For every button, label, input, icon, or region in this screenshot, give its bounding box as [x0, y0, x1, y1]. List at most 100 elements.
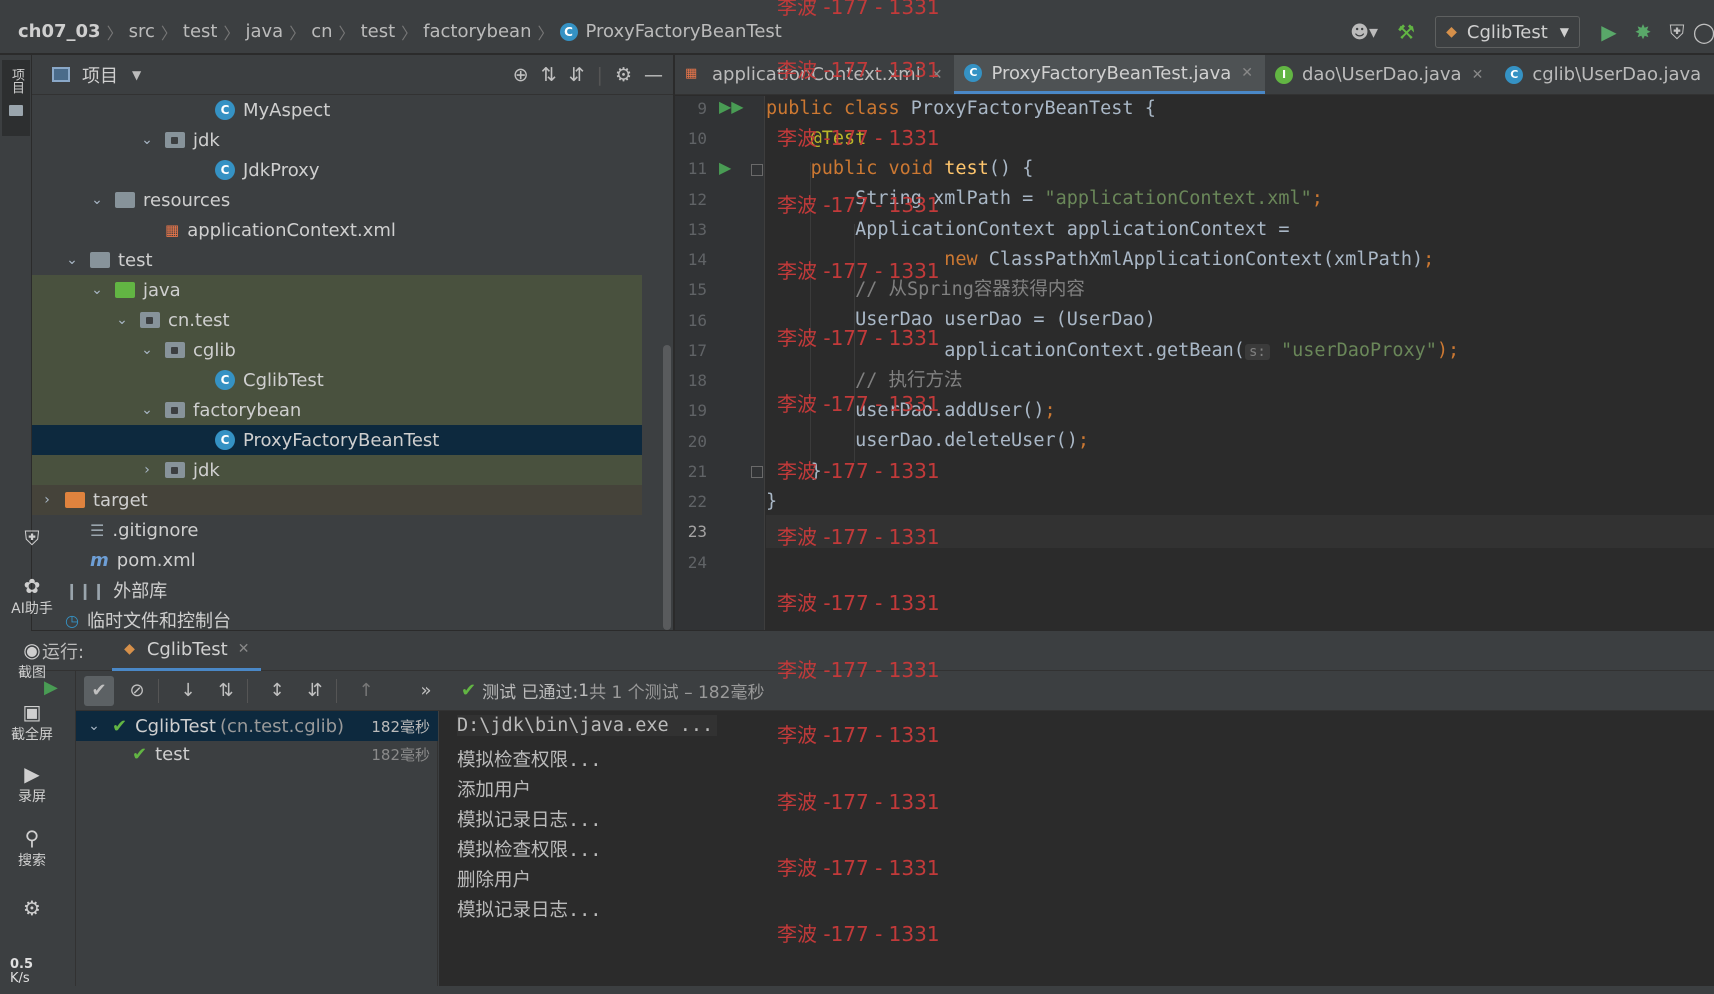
console-output[interactable]: D:\jdk\bin\java.exe ... 模拟检查权限... 添加用户 模…: [439, 711, 1714, 994]
code-editor[interactable]: public class ProxyFactoryBeanTest { @Tes…: [766, 96, 1714, 630]
collapse-all-icon[interactable]: ⇵: [300, 676, 330, 706]
project-scrollbar[interactable]: [663, 345, 671, 630]
tree-item-libs[interactable]: ❙❙❙ 外部库: [32, 575, 642, 605]
close-icon[interactable]: ✕: [238, 641, 250, 657]
debug-bug-icon[interactable]: ✸: [1626, 15, 1660, 49]
breadcrumb-item[interactable]: src: [129, 21, 155, 42]
run-icon[interactable]: ▶: [1592, 15, 1626, 49]
record-screen-label: 录屏: [18, 789, 46, 805]
fold-marker-icon[interactable]: [751, 164, 763, 176]
chevron-down-icon[interactable]: ⌄: [112, 312, 132, 328]
coverage-icon[interactable]: ⛨: [1660, 15, 1694, 49]
breadcrumb-item[interactable]: test: [183, 21, 218, 42]
expand-all-icon[interactable]: ⇅: [541, 64, 557, 86]
settings-gear-icon[interactable]: ⚙: [0, 896, 64, 920]
code-token: () {: [988, 158, 1034, 179]
tree-item-label: factorybean: [193, 399, 302, 421]
collapse-all-icon[interactable]: ⇵: [569, 64, 585, 86]
project-tool-tab[interactable]: 项目: [2, 60, 30, 136]
profile-icon[interactable]: ◯: [1694, 15, 1714, 49]
tree-item-folder[interactable]: ⌄ test: [32, 245, 642, 275]
search-label: 搜索: [18, 853, 46, 869]
test-duration: 182毫秒: [371, 717, 430, 736]
chevron-right-icon[interactable]: ›: [137, 462, 157, 478]
tree-item-class[interactable]: C MyAspect: [32, 95, 642, 125]
chevron-down-icon[interactable]: ⌄: [62, 252, 82, 268]
tree-item-package[interactable]: ⌄ cn.test: [32, 305, 642, 335]
sort-duration-icon[interactable]: ⇅: [211, 676, 241, 706]
locate-crosshair-icon[interactable]: ⊕: [513, 64, 529, 86]
chevron-down-icon[interactable]: ⌄: [137, 342, 157, 358]
previous-failed-arrow-icon[interactable]: ↑: [351, 676, 381, 706]
tree-item-package[interactable]: ⌄ factorybean: [32, 395, 642, 425]
ai-assistant-icon: ✿: [23, 574, 41, 598]
more-chevron-icon[interactable]: »: [411, 676, 441, 706]
breadcrumb-item[interactable]: factorybean: [423, 21, 531, 42]
chevron-down-icon[interactable]: ⌄: [137, 402, 157, 418]
tree-item-label: pom.xml: [116, 549, 196, 571]
gear-icon[interactable]: ⚙: [615, 64, 632, 86]
chevron-down-icon[interactable]: ⌄: [87, 192, 107, 208]
run-all-tests-icon[interactable]: ▶▶: [719, 97, 744, 116]
package-icon: [165, 462, 185, 478]
chevron-down-icon[interactable]: ⌄: [84, 718, 104, 734]
tree-item-class[interactable]: C ProxyFactoryBeanTest: [32, 425, 642, 455]
tree-item-resources[interactable]: ⌄ resources: [32, 185, 642, 215]
run-tab[interactable]: ◆ CglibTest ✕: [112, 630, 262, 671]
record-screen-button[interactable]: ▶ 录屏: [0, 762, 64, 806]
editor-tab[interactable]: C cglib\UserDao.java: [1495, 55, 1713, 94]
screenshot-button[interactable]: ◉ 截图: [0, 638, 64, 682]
breadcrumb-item[interactable]: java: [246, 21, 284, 42]
breadcrumb-item[interactable]: cn: [311, 21, 332, 42]
editor-tab[interactable]: I dao\UserDao.java ✕: [1265, 55, 1495, 94]
test-suite-row[interactable]: ⌄ ✔ CglibTest (cn.test.cglib) 182毫秒: [76, 711, 438, 741]
ai-assistant-button[interactable]: ✿ AI助手: [0, 574, 64, 618]
tree-item-class[interactable]: C JdkProxy: [32, 155, 642, 185]
chevron-right-icon[interactable]: ›: [37, 492, 57, 508]
tree-item-package[interactable]: ⌄ cglib: [32, 335, 642, 365]
chevron-down-icon[interactable]: ⌄: [137, 132, 157, 148]
code-line: ApplicationContext applicationContext =: [766, 213, 1714, 246]
close-icon[interactable]: ✕: [931, 67, 943, 83]
tree-item-package[interactable]: › jdk: [32, 455, 642, 485]
package-icon: [140, 312, 160, 328]
project-view-selector[interactable]: 项目 ▼: [32, 62, 141, 88]
library-icon: ❙❙❙: [65, 580, 106, 600]
tree-item-testroot[interactable]: ⌄ java: [32, 275, 642, 305]
breadcrumb-item[interactable]: test: [361, 21, 396, 42]
fold-marker-icon[interactable]: [751, 466, 763, 478]
shield-icon[interactable]: ⛨: [0, 526, 64, 550]
chevron-right-icon: 〉: [537, 23, 554, 43]
show-passed-check-icon[interactable]: ✔: [84, 675, 114, 706]
editor-tab[interactable]: ▦ applicationContext.xml ✕: [675, 55, 954, 94]
chevron-right-icon: 〉: [160, 23, 177, 43]
run-configuration-select[interactable]: ◆ CglibTest ▼: [1435, 16, 1580, 48]
file-icon: ☰: [90, 520, 105, 540]
run-test-icon[interactable]: ▶: [719, 158, 731, 177]
breadcrumb-item[interactable]: ProxyFactoryBeanTest: [586, 21, 782, 42]
tree-item-file[interactable]: ☰ .gitignore: [32, 515, 642, 545]
expand-all-icon[interactable]: ↕: [262, 676, 292, 706]
ai-assistant-label: AI助手: [11, 601, 53, 617]
tree-item-excluded[interactable]: › target: [32, 485, 642, 515]
build-hammer-icon[interactable]: ⚒: [1389, 15, 1423, 49]
tree-item-xml[interactable]: ▦ applicationContext.xml: [32, 215, 642, 245]
test-case-name: test: [155, 743, 190, 765]
editor-tab-active[interactable]: C ProxyFactoryBeanTest.java ✕: [954, 55, 1265, 94]
fullscreen-capture-button[interactable]: ▣ 截全屏: [0, 700, 64, 744]
minimize-icon[interactable]: —: [644, 64, 663, 86]
search-button[interactable]: ⚲ 搜索: [0, 826, 64, 870]
show-ignored-icon[interactable]: ⊘: [122, 676, 152, 706]
breadcrumb-item[interactable]: ch07_03: [18, 21, 101, 42]
sort-alpha-icon[interactable]: ↓: [173, 676, 203, 706]
test-case-row[interactable]: ✔ test 182毫秒: [76, 739, 438, 769]
user-dropdown-icon[interactable]: ☻▾: [1339, 15, 1389, 49]
tree-item-package[interactable]: ⌄ jdk: [32, 125, 642, 155]
tree-item-label: java: [143, 279, 181, 301]
close-icon[interactable]: ✕: [1241, 65, 1253, 81]
test-suite-package: (cn.test.cglib): [219, 715, 345, 737]
chevron-down-icon[interactable]: ⌄: [87, 282, 107, 298]
tree-item-maven[interactable]: m pom.xml: [32, 545, 642, 575]
close-icon[interactable]: ✕: [1472, 67, 1484, 83]
tree-item-class[interactable]: C CglibTest: [32, 365, 642, 395]
